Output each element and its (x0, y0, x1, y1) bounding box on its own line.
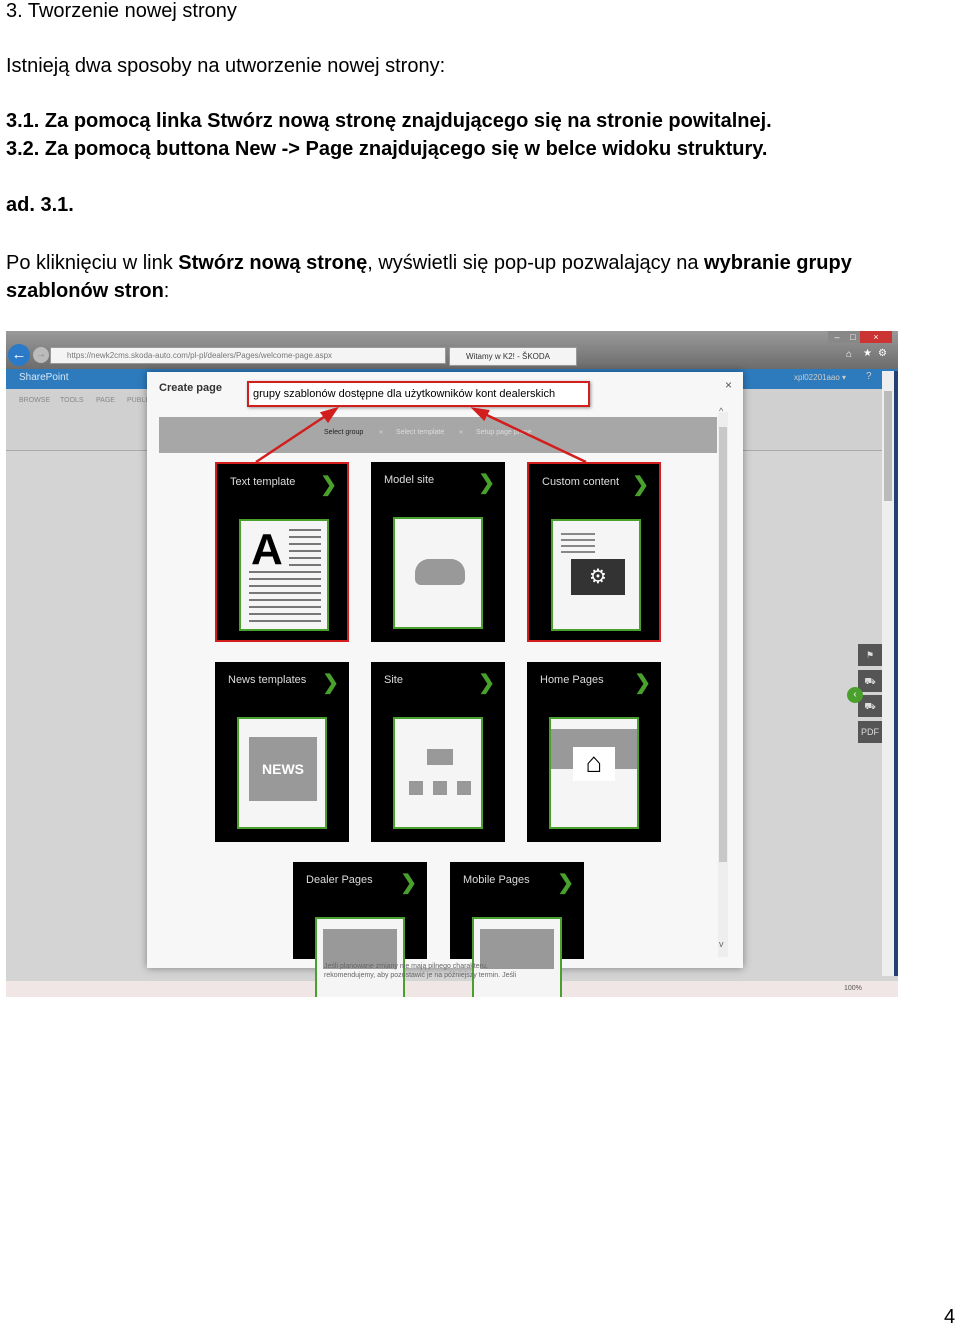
text-bold: wybranie grupy (704, 252, 852, 274)
list-item: 3.1. Za pomocą linka Stwórz nową stronę … (6, 110, 772, 132)
screenshot: ← → https://newk2cms.skoda-auto.com/pl-p… (6, 331, 898, 997)
annotation-arrows (255, 406, 587, 464)
text-bold: Stwórz nową stronę (178, 252, 368, 274)
footer-text: rekomendujemy, aby pozostawić je na późn… (324, 972, 517, 979)
text-bold: szablonów stron (6, 280, 164, 302)
paragraph: Po kliknięciu w link Stwórz nową stronę,… (6, 249, 946, 305)
list-item: 3.2. Za pomocą buttona New -> Page znajd… (6, 138, 768, 160)
text: Po kliknięciu w link (6, 252, 179, 274)
subheading: ad. 3.1. (6, 194, 74, 216)
heading: 3. Tworzenie nowej strony (6, 0, 237, 22)
text: : (163, 280, 170, 302)
intro: Istnieją dwa sposoby na utworzenie nowej… (6, 55, 446, 77)
text: , wyświetli się pop-up pozwalający na (367, 252, 705, 274)
footer-text: Jeśli planowane zmiany nie mają pilnego … (324, 963, 488, 970)
